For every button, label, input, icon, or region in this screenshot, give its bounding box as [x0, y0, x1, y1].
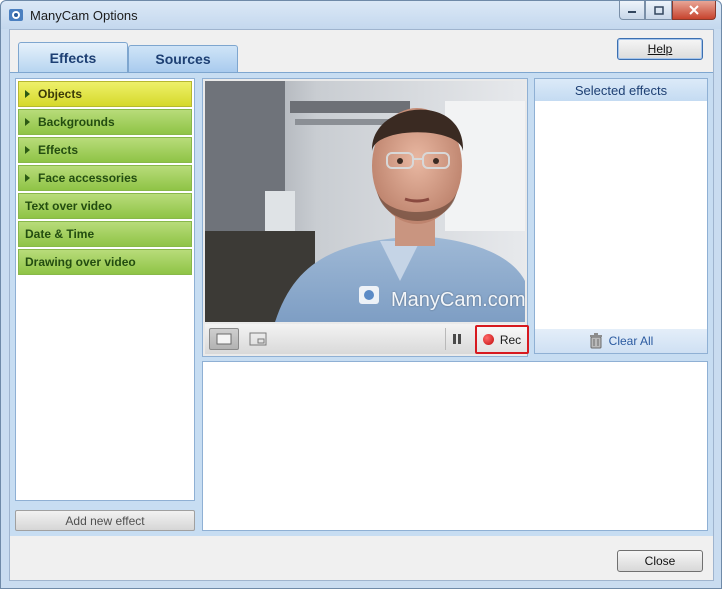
minimize-button[interactable] — [619, 1, 645, 20]
record-dot-icon — [482, 334, 494, 345]
webcam-image — [205, 81, 525, 322]
effects-category-list: Objects Backgrounds Effects Face accesso… — [15, 78, 195, 501]
title-bar[interactable]: ManyCam Options — [1, 1, 721, 29]
tab-effects[interactable]: Effects — [18, 42, 128, 72]
window-controls — [619, 1, 716, 21]
pause-icon — [452, 334, 461, 344]
expand-arrow-icon — [25, 118, 30, 126]
webcam-video-preview: ManyCam.com — [205, 81, 525, 322]
video-preview-frame: ManyCam.com Rec — [202, 78, 529, 357]
clear-all-button[interactable]: Clear All — [535, 329, 707, 353]
app-window: ManyCam Options Effects Sources Help Obj… — [0, 0, 722, 589]
pause-button[interactable] — [445, 328, 467, 350]
effect-category-objects[interactable]: Objects — [18, 81, 192, 107]
close-window-button[interactable] — [672, 1, 716, 20]
full-view-icon — [216, 333, 232, 345]
expand-arrow-icon — [25, 146, 30, 154]
maximize-button[interactable] — [645, 1, 672, 20]
selected-effects-panel: Selected effects Clear All — [534, 78, 708, 354]
selected-effects-title: Selected effects — [535, 79, 707, 101]
minimize-icon — [628, 11, 636, 13]
close-icon — [689, 5, 699, 15]
manycam-watermark-icon — [359, 286, 379, 304]
close-button[interactable]: Close — [617, 550, 703, 572]
full-view-button[interactable] — [209, 328, 239, 350]
effect-category-effects[interactable]: Effects — [18, 137, 192, 163]
effect-category-face-accessories[interactable]: Face accessories — [18, 165, 192, 191]
effect-category-label: Drawing over video — [25, 255, 136, 269]
effect-category-backgrounds[interactable]: Backgrounds — [18, 109, 192, 135]
video-controls-bar: Rec — [205, 324, 529, 354]
effect-category-label: Backgrounds — [38, 115, 115, 129]
effect-content-area — [202, 361, 708, 531]
effect-category-drawing-over-video[interactable]: Drawing over video — [18, 249, 192, 275]
effect-category-date-time[interactable]: Date & Time — [18, 221, 192, 247]
tab-sources[interactable]: Sources — [128, 45, 238, 72]
record-button[interactable]: Rec — [475, 325, 529, 354]
expand-arrow-icon — [25, 174, 30, 182]
window-title: ManyCam Options — [30, 8, 138, 23]
expand-arrow-icon — [25, 90, 30, 98]
options-client-area: Effects Sources Help Objects Backgrounds… — [9, 29, 714, 581]
help-button[interactable]: Help — [617, 38, 703, 60]
add-new-effect-button[interactable]: Add new effect — [15, 510, 195, 531]
picture-in-picture-button[interactable] — [243, 328, 273, 350]
effect-category-label: Objects — [38, 87, 83, 101]
effect-category-text-over-video[interactable]: Text over video — [18, 193, 192, 219]
effect-category-label: Face accessories — [38, 171, 138, 185]
trash-icon — [589, 333, 602, 349]
manycam-app-icon — [9, 9, 23, 21]
video-watermark: ManyCam.com — [391, 289, 525, 311]
effects-panel: Objects Backgrounds Effects Face accesso… — [10, 72, 713, 536]
maximize-icon — [653, 5, 664, 15]
picture-in-picture-icon — [249, 332, 267, 346]
effect-category-label: Effects — [38, 143, 79, 157]
effect-category-label: Date & Time — [25, 227, 95, 241]
effect-category-label: Text over video — [25, 199, 113, 213]
clear-all-label: Clear All — [608, 334, 654, 348]
record-label: Rec — [499, 332, 522, 347]
